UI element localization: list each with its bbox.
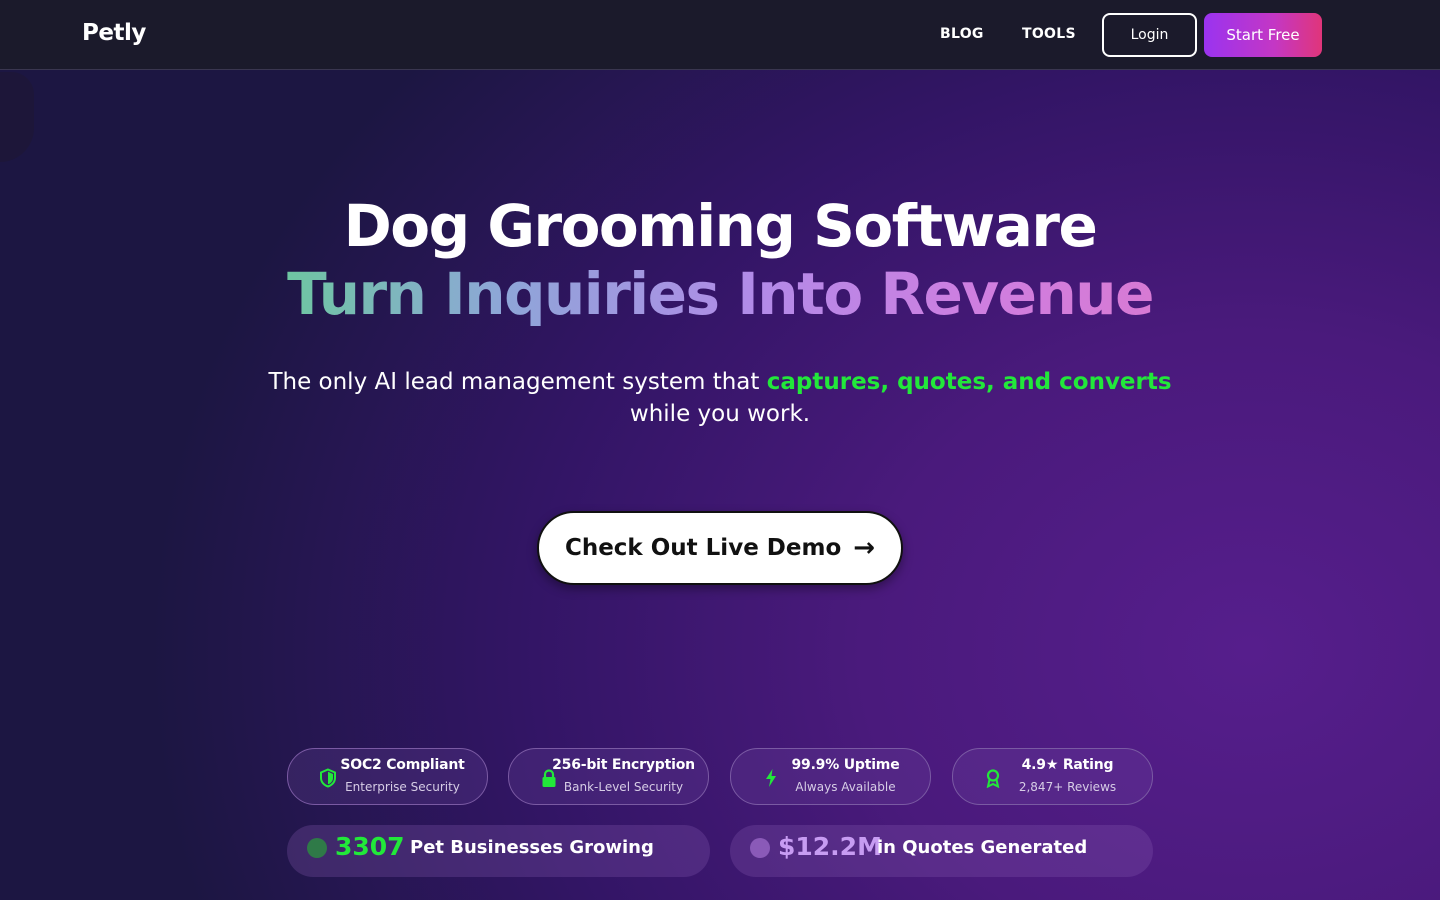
hero-subtitle: Turn Inquiries Into Revenue — [0, 260, 1440, 328]
stat-pet-businesses: 3307 Pet Businesses Growing — [287, 825, 710, 877]
badge-encryption: 256-bit Encryption Bank-Level Security — [508, 748, 709, 805]
hero-subtitle-text: Turn Inquiries Into Revenue — [287, 260, 1154, 328]
badge-uptime: 99.9% Uptime Always Available — [730, 748, 931, 805]
tagline-prefix: The only AI lead management system that — [268, 369, 767, 395]
live-demo-button[interactable]: Check Out Live Demo → — [537, 511, 903, 585]
status-dot-icon — [750, 838, 770, 858]
status-dot-icon — [307, 838, 327, 858]
top-navbar: Petly BLOG TOOLS Login Start Free — [0, 0, 1440, 70]
badge-rating: 4.9★ Rating 2,847+ Reviews — [952, 748, 1153, 805]
live-demo-label: Check Out Live Demo — [564, 535, 842, 561]
badge-title: 256-bit Encryption — [552, 757, 695, 773]
badge-subtitle: Bank-Level Security — [563, 780, 684, 794]
badge-soc2: SOC2 Compliant Enterprise Security — [287, 748, 488, 805]
tagline-suffix: while you work. — [629, 401, 811, 427]
arrow-right-icon: → — [853, 533, 876, 563]
stat-label: in Quotes Generated — [877, 837, 1088, 858]
badge-title: 99.9% Uptime — [791, 757, 900, 773]
petly-logo[interactable]: Petly — [82, 20, 146, 46]
stat-label: Pet Businesses Growing — [410, 837, 654, 858]
tagline-highlight: captures, quotes, and converts — [766, 369, 1172, 395]
stat-value: 3307 — [335, 832, 405, 861]
badge-subtitle: Always Available — [795, 780, 896, 794]
login-button[interactable]: Login — [1102, 13, 1197, 57]
hero-tagline: The only AI lead management system that … — [250, 366, 1190, 430]
stat-value: $12.2M — [778, 832, 882, 861]
nav-link-blog[interactable]: BLOG — [940, 26, 984, 42]
decorative-shape — [0, 72, 34, 162]
badge-title: SOC2 Compliant — [340, 757, 465, 773]
start-free-button[interactable]: Start Free — [1204, 13, 1322, 57]
stat-quotes-generated: $12.2M in Quotes Generated — [730, 825, 1153, 877]
badge-subtitle: 2,847+ Reviews — [1018, 780, 1117, 794]
badge-title: 4.9★ Rating — [1021, 757, 1114, 773]
badge-subtitle: Enterprise Security — [345, 780, 460, 794]
hero-title: Dog Grooming Software — [343, 192, 1098, 260]
nav-link-tools[interactable]: TOOLS — [1022, 26, 1076, 42]
